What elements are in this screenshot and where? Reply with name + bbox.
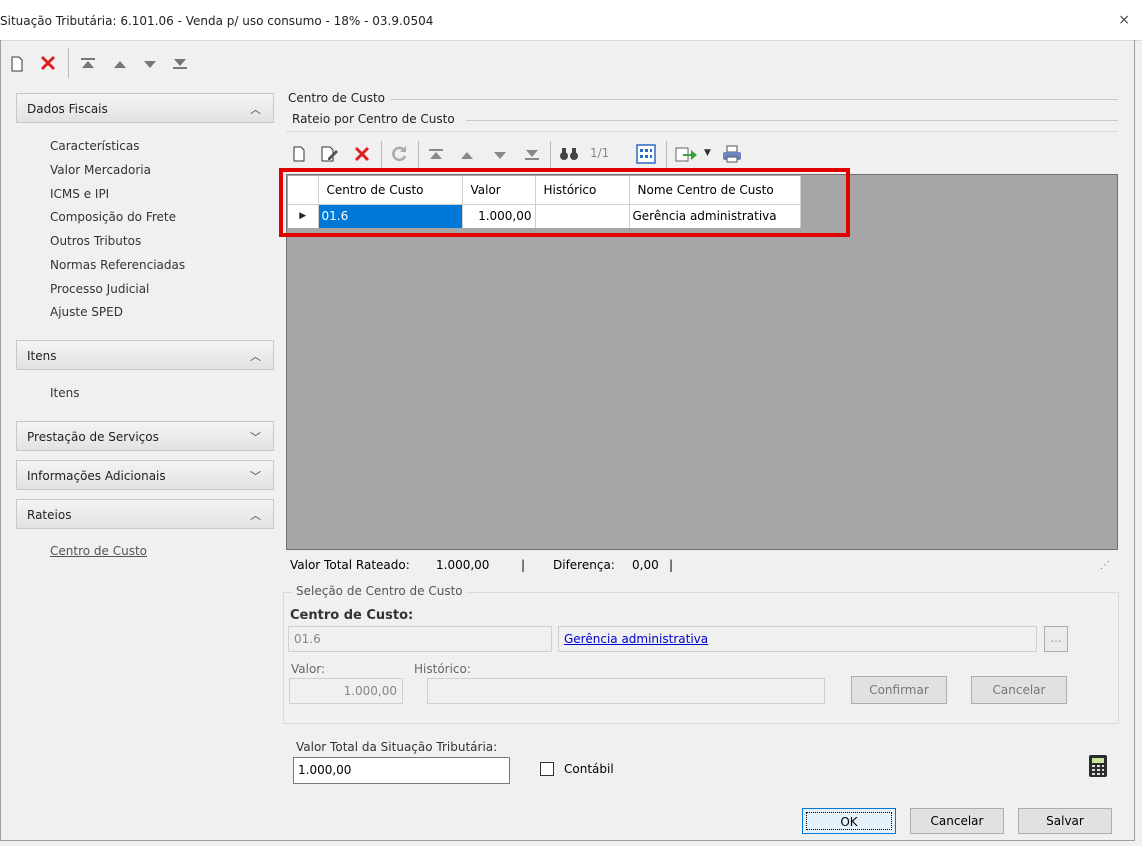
historico-label: Histórico:	[414, 662, 471, 676]
sidebar-item-caracteristicas[interactable]: Características	[50, 139, 139, 153]
sidebar-section-itens[interactable]: Itens ︿	[16, 340, 274, 370]
save-button[interactable]: Salvar	[1018, 808, 1112, 834]
sidebar-section-prestacao-servicos[interactable]: Prestação de Serviços ﹀	[16, 421, 274, 451]
separator-text: |	[521, 558, 526, 572]
previous-row-icon[interactable]	[459, 149, 475, 161]
sidebar-item-composicao-frete[interactable]: Composição do Frete	[50, 210, 176, 224]
next-record-icon[interactable]	[142, 58, 158, 70]
centro-custo-label: Centro de Custo:	[290, 608, 414, 623]
centro-code-input[interactable]: 01.6	[288, 626, 552, 652]
confirm-button[interactable]: Confirmar	[851, 676, 947, 704]
edit-row-icon[interactable]	[320, 145, 340, 163]
section-label: Itens	[27, 349, 57, 363]
diferenca-label: Diferença:	[553, 558, 615, 572]
separator-text: |	[669, 558, 674, 572]
group-line	[390, 99, 1118, 100]
section-label: Dados Fiscais	[27, 102, 108, 116]
cancel-selection-button[interactable]: Cancelar	[971, 676, 1067, 704]
contabil-label: Contábil	[564, 762, 614, 776]
total-rateado-value: 1.000,00	[436, 558, 490, 572]
window-title: Situação Tributária: 6.101.06 - Venda p/…	[0, 14, 434, 28]
resize-grip-icon[interactable]: ⋰	[1100, 560, 1110, 571]
subgroup-title: Rateio por Centro de Custo	[292, 112, 455, 126]
total-situacao-input[interactable]: 1.000,00	[293, 757, 510, 784]
sidebar-item-icms-ipi[interactable]: ICMS e IPI	[50, 187, 109, 201]
delete-icon[interactable]	[39, 54, 57, 72]
contabil-checkbox[interactable]	[540, 762, 554, 776]
cancel-button[interactable]: Cancelar	[910, 808, 1004, 834]
sidebar-item-centro-de-custo[interactable]: Centro de Custo	[50, 544, 147, 558]
dialog-window: Situação Tributária: 6.101.06 - Venda p/…	[0, 0, 1142, 846]
sidebar-item-valor-mercadoria[interactable]: Valor Mercadoria	[50, 163, 151, 177]
sidebar-section-dados-fiscais[interactable]: Dados Fiscais ︿	[16, 93, 274, 123]
centro-name-field[interactable]: Gerência administrativa	[558, 626, 1037, 652]
chevron-up-icon: ︿	[250, 103, 261, 116]
valor-input[interactable]: 1.000,00	[289, 678, 403, 704]
new-row-icon[interactable]	[292, 146, 306, 162]
toolbar-separator	[666, 141, 667, 169]
section-label: Informações Adicionais	[27, 469, 166, 483]
subgroup-line	[466, 120, 1118, 121]
previous-record-icon[interactable]	[112, 58, 128, 70]
refresh-icon[interactable]	[390, 145, 408, 163]
close-icon[interactable]: ⨯	[1118, 12, 1130, 28]
dropdown-arrow-icon[interactable]: ▼	[704, 148, 711, 158]
last-record-icon[interactable]	[172, 58, 188, 70]
calculator-icon[interactable]	[1088, 754, 1108, 778]
chevron-up-icon: ︿	[250, 509, 261, 522]
next-row-icon[interactable]	[492, 149, 508, 161]
binoculars-icon[interactable]	[559, 146, 579, 162]
toolbar-separator	[68, 48, 69, 78]
delete-row-icon[interactable]	[353, 145, 371, 163]
ok-button-label: OK	[806, 812, 892, 830]
chevron-down-icon: ﹀	[250, 470, 261, 483]
sidebar-item-ajuste-sped[interactable]: Ajuste SPED	[50, 305, 123, 319]
section-label: Prestação de Serviços	[27, 430, 159, 444]
diferenca-value: 0,00	[632, 558, 659, 572]
lookup-button[interactable]: ...	[1044, 626, 1068, 652]
historico-input[interactable]	[427, 678, 825, 704]
page-indicator: 1/1	[590, 146, 610, 160]
export-icon[interactable]	[675, 145, 697, 163]
print-icon[interactable]	[722, 145, 742, 163]
sidebar-item-normas-referenciadas[interactable]: Normas Referenciadas	[50, 258, 185, 272]
grid-columns-icon[interactable]	[636, 144, 656, 164]
last-row-icon[interactable]	[524, 149, 540, 161]
toolbar-separator	[550, 141, 551, 169]
total-situacao-label: Valor Total da Situação Tributária:	[296, 740, 498, 754]
chevron-up-icon: ︿	[250, 350, 261, 363]
chevron-down-icon: ﹀	[250, 431, 261, 444]
sidebar-item-outros-tributos[interactable]: Outros Tributos	[50, 234, 141, 248]
valor-label: Valor:	[291, 662, 326, 676]
ok-button[interactable]: OK	[802, 808, 896, 834]
centro-name-link[interactable]: Gerência administrativa	[564, 632, 708, 646]
total-rateado-label: Valor Total Rateado:	[290, 558, 410, 572]
first-record-icon[interactable]	[80, 58, 96, 70]
highlight-box	[279, 168, 850, 237]
sidebar-section-rateios[interactable]: Rateios ︿	[16, 499, 274, 529]
sidebar-item-itens[interactable]: Itens	[50, 386, 79, 400]
sidebar-section-informacoes-adicionais[interactable]: Informações Adicionais ﹀	[16, 460, 274, 490]
toolbar-separator	[418, 141, 419, 169]
new-document-icon[interactable]	[10, 56, 24, 72]
sidebar-item-processo-judicial[interactable]: Processo Judicial	[50, 282, 149, 296]
subgroup-divider	[286, 131, 1118, 132]
group-title: Centro de Custo	[288, 91, 385, 105]
title-bar: Situação Tributária: 6.101.06 - Venda p/…	[0, 0, 1142, 41]
toolbar-separator	[381, 141, 382, 169]
selection-title: Seleção de Centro de Custo	[293, 584, 466, 598]
first-row-icon[interactable]	[428, 149, 444, 161]
section-label: Rateios	[27, 508, 72, 522]
